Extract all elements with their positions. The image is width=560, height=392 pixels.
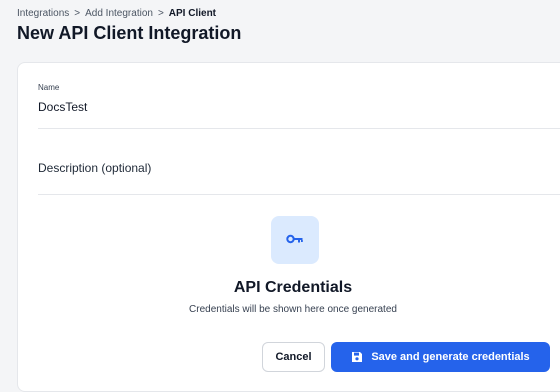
name-field: Name <box>38 83 560 129</box>
breadcrumb-current: API Client <box>168 8 217 19</box>
description-field <box>38 159 560 195</box>
name-label: Name <box>38 83 60 92</box>
credentials-subtitle: Credentials will be shown here once gene… <box>189 304 397 315</box>
key-icon <box>286 231 304 249</box>
breadcrumb-separator: > <box>74 8 81 19</box>
integration-form-card: Name API Credentials Credentials will be… <box>17 62 560 392</box>
page-title: New API Client Integration <box>17 23 242 43</box>
credentials-icon-tile <box>271 216 319 264</box>
name-input[interactable] <box>38 100 560 114</box>
breadcrumb: Integrations > Add Integration > API Cli… <box>17 8 216 19</box>
credentials-title: API Credentials <box>233 279 353 296</box>
save-button-label: Save and generate credentials <box>371 351 530 363</box>
floppy-disk-icon <box>351 351 363 363</box>
breadcrumb-add-integration[interactable]: Add Integration <box>85 8 153 19</box>
cancel-button[interactable]: Cancel <box>262 342 325 372</box>
save-generate-button[interactable]: Save and generate credentials <box>331 342 550 372</box>
description-input[interactable] <box>38 161 560 175</box>
breadcrumb-separator: > <box>157 8 164 19</box>
breadcrumb-integrations[interactable]: Integrations <box>17 8 69 19</box>
